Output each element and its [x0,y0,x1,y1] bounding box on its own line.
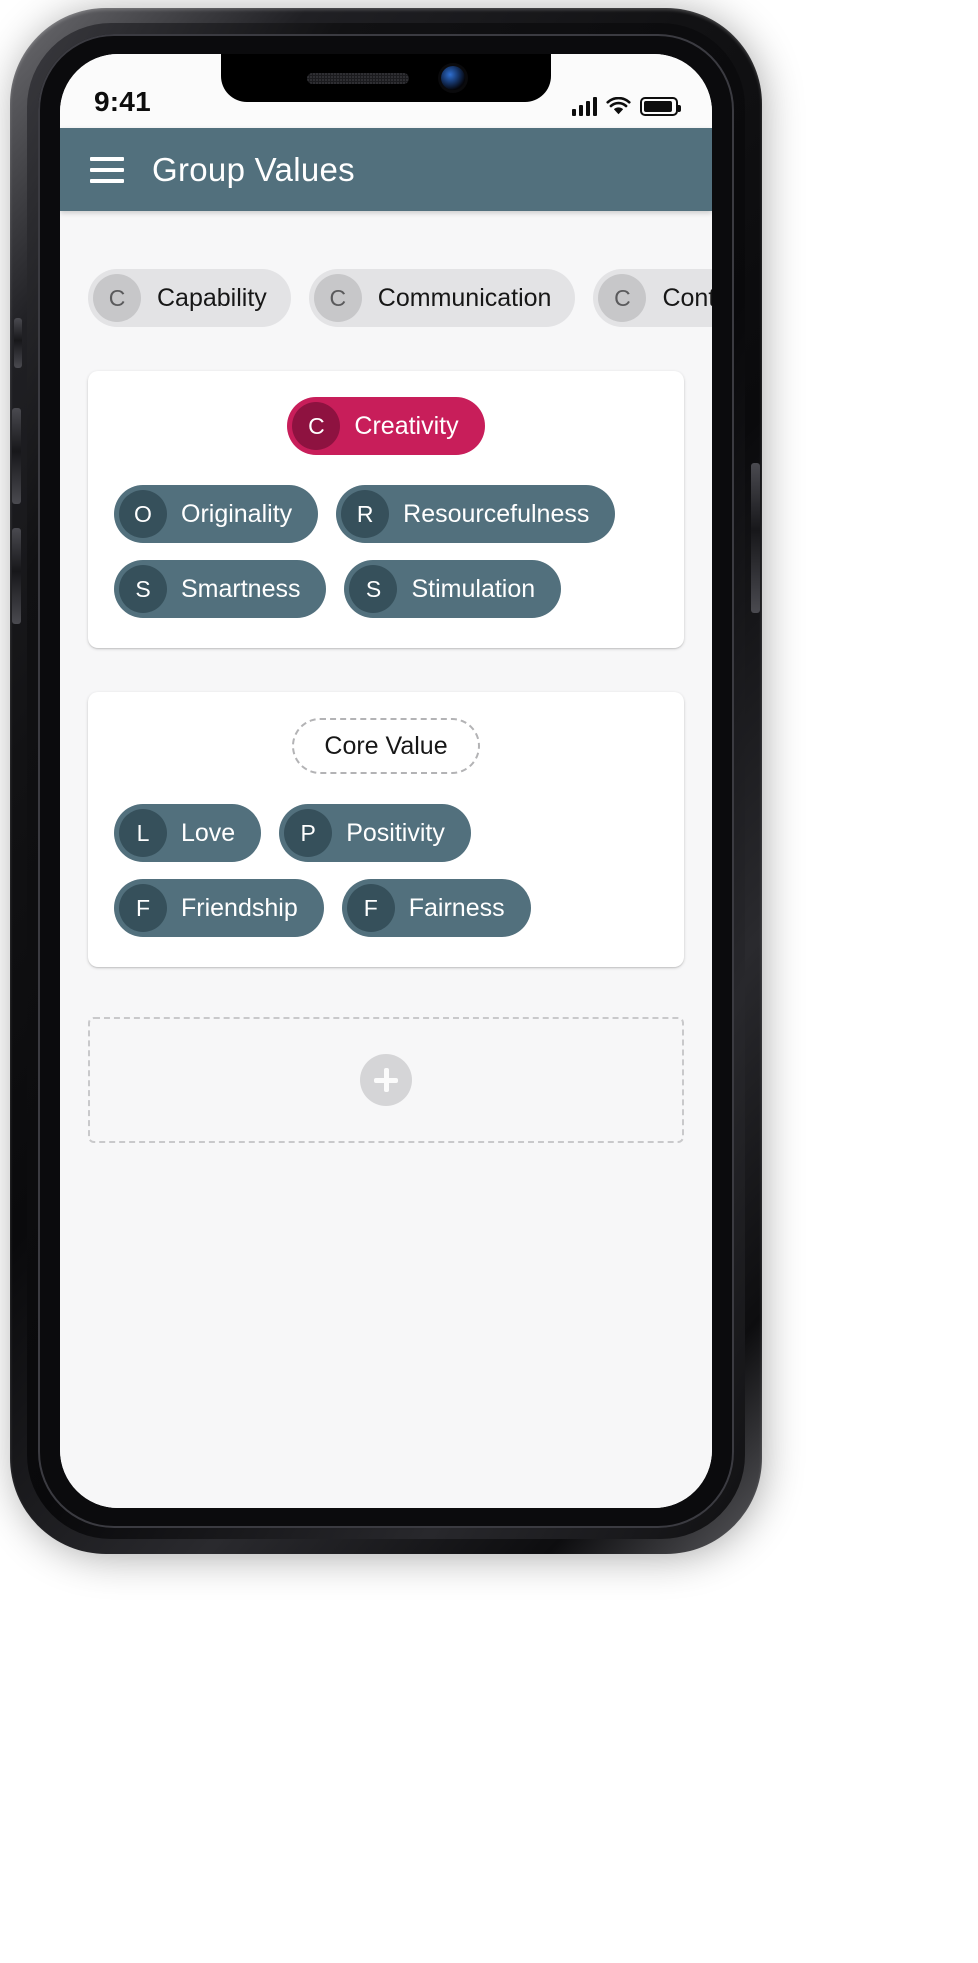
group-header-chip-core-value[interactable]: Core Value [292,718,480,774]
value-chip-label: Fairness [408,893,505,922]
card-header: Core Value [114,718,658,774]
avatar: S [349,565,398,613]
volume-down-button[interactable] [12,528,21,624]
avatar: F [346,884,395,932]
page-title: Group Values [152,150,355,188]
value-chip-resourcefulness[interactable]: R Resourcefulness [336,485,616,543]
phone-screen: 9:41 Group Values C Capability C Communi… [60,54,712,1508]
mute-switch-button[interactable] [14,318,22,368]
page-content: C Capability C Communication C Continuou… [60,211,712,1508]
avatar: L [119,809,167,857]
group-header-chip-creativity[interactable]: C Creativity [287,397,485,455]
group-header-label: Core Value [324,731,448,760]
value-chip-fairness[interactable]: F Fairness [341,879,531,937]
avatar: O [119,490,167,538]
value-group-card-creativity: C Creativity O Originality R Resourceful… [88,371,684,648]
value-chip-label: Originality [181,499,293,528]
filter-chip-label: Continuous [662,283,712,312]
group-header-label: Creativity [354,411,459,440]
card-header: C Creativity [114,397,658,455]
value-chip-label: Resourcefulness [403,499,590,528]
avatar: F [119,884,167,932]
hamburger-menu-icon[interactable] [90,156,124,183]
avatar: C [313,274,362,322]
phone-frame-outer: 9:41 Group Values C Capability C Communi… [10,8,762,1554]
value-chip-list: L Love P Positivity F Friendship F Fairn… [114,804,658,937]
avatar: C [93,274,141,322]
status-bar: 9:41 [60,54,712,128]
avatar: C [598,274,647,322]
cellular-signal-icon [571,97,597,116]
avatar: P [284,809,333,857]
filter-chip-label: Communication [377,283,552,312]
value-chip-list: O Originality R Resourcefulness S Smartn… [114,485,658,618]
filter-chip-continuous[interactable]: C Continuous [593,269,712,327]
value-chip-label: Stimulation [411,574,536,603]
avatar: S [119,565,167,613]
value-chip-positivity[interactable]: P Positivity [279,804,471,862]
earpiece-speaker [307,72,409,84]
plus-icon[interactable] [360,1054,412,1106]
status-bar-clock: 9:41 [94,86,151,117]
screenshot-root: 9:41 Group Values C Capability C Communi… [0,0,978,1963]
add-group-card[interactable] [88,1017,684,1143]
value-chip-love[interactable]: L Love [114,804,262,862]
filter-chip-label: Capability [157,283,267,312]
avatar: R [341,490,390,538]
avatar: C [292,402,341,450]
filter-chip-capability[interactable]: C Capability [88,269,291,327]
value-chip-smartness[interactable]: S Smartness [114,560,327,618]
value-chip-stimulation[interactable]: S Stimulation [344,560,562,618]
battery-full-icon [640,97,681,116]
status-bar-icons [571,97,681,116]
power-button[interactable] [751,463,760,613]
app-bar: Group Values [60,128,712,211]
value-chip-originality[interactable]: O Originality [114,485,319,543]
front-camera-icon [441,66,465,90]
filter-chip-communication[interactable]: C Communication [308,269,576,327]
device-notch [221,54,551,102]
value-chip-label: Friendship [181,893,298,922]
value-chip-label: Love [181,818,236,847]
wifi-icon [606,97,631,116]
value-chip-label: Smartness [181,574,301,603]
volume-up-button[interactable] [12,408,21,504]
value-chip-friendship[interactable]: F Friendship [114,879,324,937]
filter-chip-strip[interactable]: C Capability C Communication C Continuou… [60,211,712,327]
value-group-card-core-value: Core Value L Love P Positivity F Friends… [88,692,684,967]
value-chip-label: Positivity [346,818,445,847]
